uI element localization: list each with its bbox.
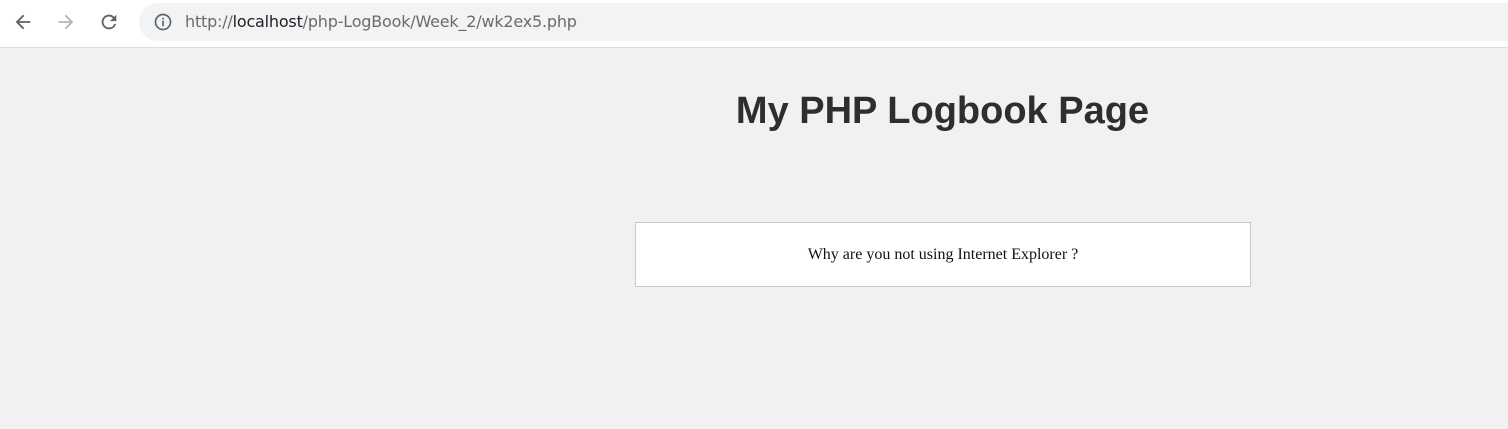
url-host: localhost — [232, 12, 303, 31]
arrow-right-icon — [58, 14, 74, 30]
url-prefix: http:// — [185, 12, 233, 31]
message-box: Why are you not using Internet Explorer … — [635, 222, 1251, 287]
url-path: /php-LogBook/Week_2/wk2ex5.php — [302, 12, 577, 31]
url-text[interactable]: http://localhost/php-LogBook/Week_2/wk2e… — [185, 12, 577, 31]
message-text: Why are you not using Internet Explorer … — [807, 245, 1079, 263]
browser-toolbar: http://localhost/php-LogBook/Week_2/wk2e… — [0, 0, 1508, 48]
reload-button[interactable] — [93, 6, 125, 38]
page-content: My PHP Logbook Page Why are you not usin… — [0, 48, 1508, 429]
reload-icon — [101, 14, 117, 30]
forward-button[interactable] — [50, 6, 82, 38]
back-button[interactable] — [7, 6, 39, 38]
address-bar[interactable]: http://localhost/php-LogBook/Week_2/wk2e… — [139, 3, 1508, 41]
info-circle-icon[interactable] — [153, 12, 173, 32]
arrow-left-icon — [15, 14, 31, 30]
page-title: My PHP Logbook Page — [735, 90, 1150, 132]
